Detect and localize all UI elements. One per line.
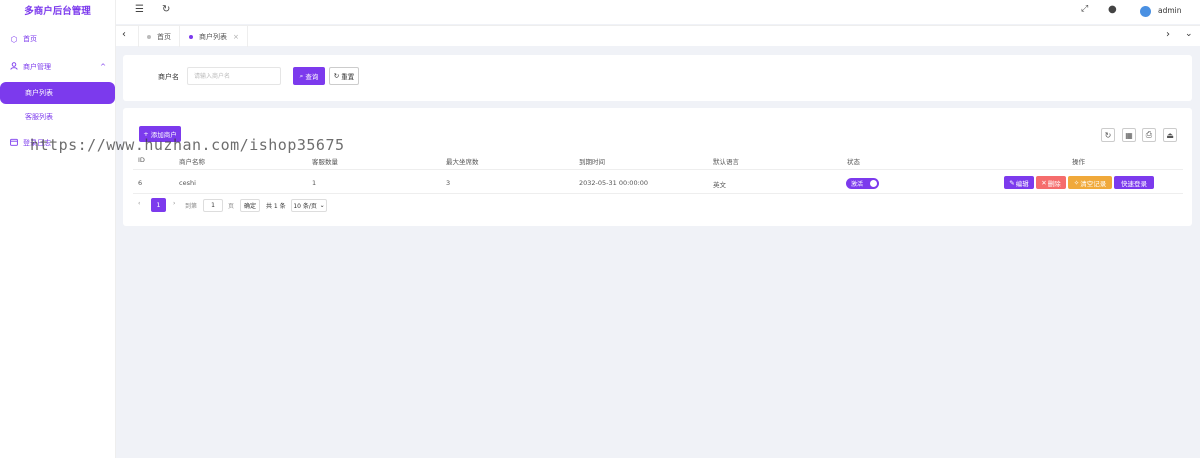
delete-button-label: 删除 bbox=[1047, 179, 1061, 188]
app-title: 多商户后台管理 bbox=[24, 6, 91, 17]
columns-icon[interactable]: ▦ bbox=[1122, 128, 1136, 142]
tab-label: 商户列表 bbox=[199, 32, 227, 41]
reset-button[interactable]: ↻ 重置 bbox=[329, 67, 359, 85]
tab-merchant-list[interactable]: 商户列表 × bbox=[181, 26, 248, 47]
calendar-icon bbox=[9, 138, 19, 148]
edit-button-label: 编辑 bbox=[1015, 179, 1029, 188]
delete-button[interactable]: ✕ 删除 bbox=[1036, 176, 1066, 189]
edit-button[interactable]: ✎ 编辑 bbox=[1004, 176, 1034, 189]
export-icon[interactable]: ⏏ bbox=[1163, 128, 1177, 142]
goto-suffix: 页 bbox=[228, 203, 235, 210]
avatar[interactable] bbox=[1140, 6, 1151, 17]
cell-service-count: 1 bbox=[312, 179, 317, 187]
menu-fold-icon[interactable]: ☰ bbox=[135, 4, 144, 15]
sidebar-item-label: 商户管理 bbox=[23, 63, 51, 71]
sidebar-item-merchant-management[interactable]: 商户管理 ^ bbox=[0, 56, 116, 78]
column-header: 商户名称 bbox=[179, 158, 205, 166]
column-header: 默认语言 bbox=[713, 158, 739, 166]
chevron-down-icon[interactable]: ⌄ bbox=[1185, 29, 1193, 39]
close-icon[interactable]: × bbox=[233, 33, 239, 41]
cell-name: ceshi bbox=[179, 179, 196, 187]
sidebar-item-label: 商户列表 bbox=[25, 89, 53, 97]
chevron-up-icon: ^ bbox=[100, 63, 106, 71]
chevron-down-icon: ⌄ bbox=[319, 202, 325, 209]
header-divider bbox=[133, 169, 1183, 170]
page-size-select[interactable]: 10 条/页 ⌄ bbox=[291, 199, 327, 212]
sidebar-item-label: 首页 bbox=[23, 35, 37, 43]
next-page-icon[interactable]: › bbox=[173, 200, 175, 207]
tab-dot bbox=[189, 34, 193, 39]
fullscreen-icon[interactable]: ⤢ bbox=[1081, 4, 1088, 14]
page-number-current[interactable]: 1 bbox=[151, 198, 166, 212]
tab-dot bbox=[147, 34, 151, 39]
cell-max-seats: 3 bbox=[446, 179, 451, 187]
column-header: 操作 bbox=[1072, 158, 1085, 166]
sidebar-item-home[interactable]: ⬡ 首页 bbox=[0, 28, 116, 50]
status-switch[interactable]: 激活 bbox=[846, 178, 879, 189]
print-icon[interactable]: ⎙ bbox=[1142, 128, 1156, 142]
merchant-name-input[interactable] bbox=[187, 67, 281, 85]
switch-knob bbox=[870, 180, 877, 187]
trash-icon: ✕ bbox=[1041, 178, 1047, 187]
query-button[interactable]: ⌕ 查询 bbox=[293, 67, 325, 85]
sidebar-item-service-list[interactable]: 客服列表 bbox=[0, 106, 116, 128]
refresh-icon: ↻ bbox=[333, 72, 340, 80]
chevron-right-icon[interactable]: › bbox=[1166, 29, 1170, 40]
clear-records-button[interactable]: ✧ 清空记录 bbox=[1068, 176, 1112, 189]
column-header: ID bbox=[138, 156, 145, 164]
column-header: 最大坐席数 bbox=[446, 158, 479, 166]
query-button-label: 查询 bbox=[305, 73, 319, 81]
sidebar-item-merchant-list[interactable]: 商户列表 bbox=[0, 82, 115, 104]
quick-login-label: 快速登录 bbox=[1121, 179, 1147, 188]
goto-prefix: 到第 bbox=[185, 203, 198, 210]
status-label: 激活 bbox=[851, 181, 864, 188]
cell-expire: 2032-05-31 00:00:00 bbox=[579, 179, 649, 187]
username[interactable]: admin bbox=[1158, 6, 1182, 15]
cell-id: 6 bbox=[138, 179, 143, 187]
search-card: 商户名 ⌕查询 ↻重置 bbox=[123, 55, 1192, 101]
column-header: 状态 bbox=[847, 158, 860, 166]
total-count: 共 1 条 bbox=[266, 203, 286, 210]
tab-home[interactable]: 首页 bbox=[138, 26, 180, 47]
edit-icon: ✎ bbox=[1009, 178, 1015, 187]
tabs-bar: ‹ 首页 商户列表 × › ⌄ bbox=[116, 25, 1200, 47]
reset-button-label: 重置 bbox=[341, 73, 355, 81]
search-icon: ⌕ bbox=[299, 71, 304, 80]
sidebar-item-label: 客服列表 bbox=[25, 113, 53, 121]
column-header: 到期时间 bbox=[579, 158, 605, 166]
refresh-icon[interactable]: ↻ bbox=[162, 4, 170, 15]
sidebar: 多商户后台管理 ⬡ 首页 商户管理 ^ 商户列表 客服列表 登录日志 bbox=[0, 0, 116, 458]
home-icon: ⬡ bbox=[10, 34, 18, 44]
row-divider bbox=[133, 193, 1183, 194]
clear-records-label: 清空记录 bbox=[1080, 179, 1107, 188]
cell-language: 英文 bbox=[713, 181, 726, 189]
tab-label: 首页 bbox=[157, 32, 171, 41]
watermark: https://www.huzhan.com/ishop35675 bbox=[30, 136, 345, 154]
prev-page-icon[interactable]: ‹ bbox=[138, 200, 140, 207]
globe-icon[interactable]: ● bbox=[1108, 4, 1117, 15]
user-icon bbox=[9, 62, 19, 72]
column-header: 客服数量 bbox=[312, 158, 338, 166]
goto-confirm-button[interactable]: 确定 bbox=[240, 199, 260, 212]
refresh-table-icon[interactable]: ↻ bbox=[1101, 128, 1115, 142]
chevron-left-icon[interactable]: ‹ bbox=[122, 29, 126, 40]
goto-page-input[interactable]: 1 bbox=[203, 199, 223, 212]
merchant-name-label: 商户名 bbox=[158, 73, 179, 81]
top-header: ☰ ↻ ⤢ ● admin bbox=[116, 0, 1200, 24]
page-size-value: 10 条/页 bbox=[293, 203, 317, 210]
quick-login-button[interactable]: 快速登录 bbox=[1114, 176, 1154, 189]
broom-icon: ✧ bbox=[1073, 178, 1080, 187]
